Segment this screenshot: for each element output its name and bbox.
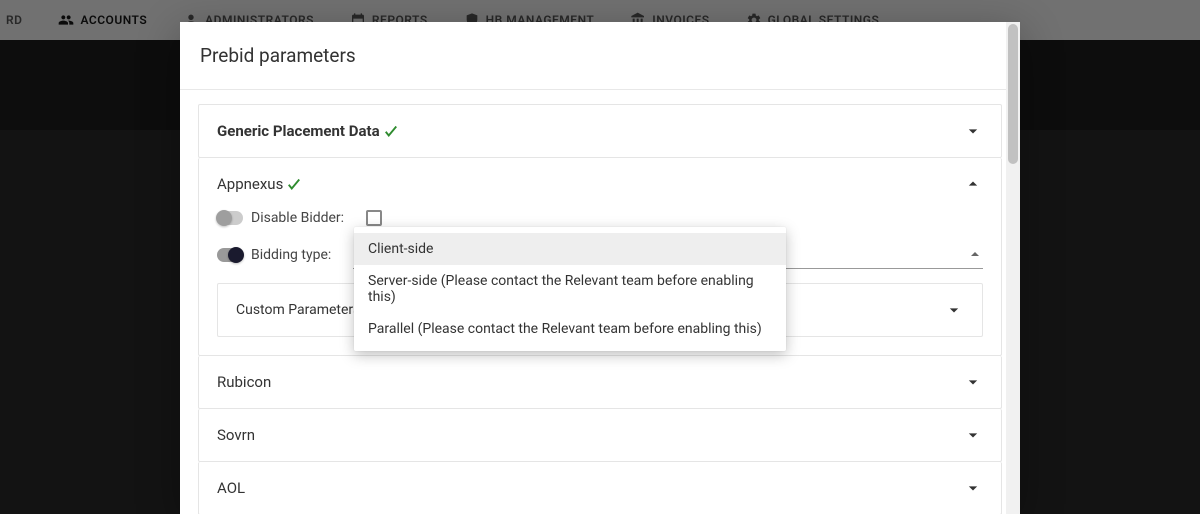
section-title: Custom Parameters [236,302,360,318]
section-header-appnexus[interactable]: Appnexus [199,158,1001,210]
disable-bidder-label: Disable Bidder: [251,210,344,226]
section-sovrn: Sovrn [198,409,1002,462]
section-title: Appnexus [217,175,303,193]
dropdown-option-parallel[interactable]: Parallel (Please contact the Relevant te… [354,313,786,345]
section-header-rubicon[interactable]: Rubicon [199,356,1001,408]
toggle-knob [228,247,244,263]
bidding-type-label: Bidding type: [251,247,331,263]
section-title: Rubicon [217,373,271,391]
section-header-generic[interactable]: Generic Placement Data [199,105,1001,157]
disable-bidder-toggle[interactable] [217,211,243,225]
arrow-up-icon [971,252,979,256]
section-rubicon: Rubicon [198,356,1002,409]
modal-title: Prebid parameters [200,44,1000,67]
chevron-up-icon [963,174,983,194]
disable-bidder-row: Disable Bidder: [217,210,983,226]
bidding-type-toggle[interactable] [217,248,243,262]
scrollbar-track[interactable] [1006,22,1020,514]
section-aol: AOL [198,462,1002,514]
scrollbar-thumb[interactable] [1008,24,1018,164]
section-title: AOL [217,479,245,497]
chevron-down-icon [963,425,983,445]
toggle-knob [216,210,232,226]
chevron-down-icon [963,121,983,141]
chevron-down-icon [944,300,964,320]
chevron-down-icon [963,478,983,498]
dropdown-option-client-side[interactable]: Client-side [354,233,786,265]
disable-bidder-checkbox[interactable] [366,210,382,226]
section-header-sovrn[interactable]: Sovrn [199,409,1001,461]
check-icon [382,122,400,140]
section-title: Sovrn [217,426,255,444]
check-icon [285,175,303,193]
section-header-aol[interactable]: AOL [199,462,1001,514]
chevron-down-icon [963,372,983,392]
section-generic-placement: Generic Placement Data [198,104,1002,158]
modal-header: Prebid parameters [180,22,1020,90]
section-title: Generic Placement Data [217,122,400,140]
dropdown-option-server-side[interactable]: Server-side (Please contact the Relevant… [354,265,786,313]
bidding-type-dropdown: Client-side Server-side (Please contact … [354,227,786,351]
